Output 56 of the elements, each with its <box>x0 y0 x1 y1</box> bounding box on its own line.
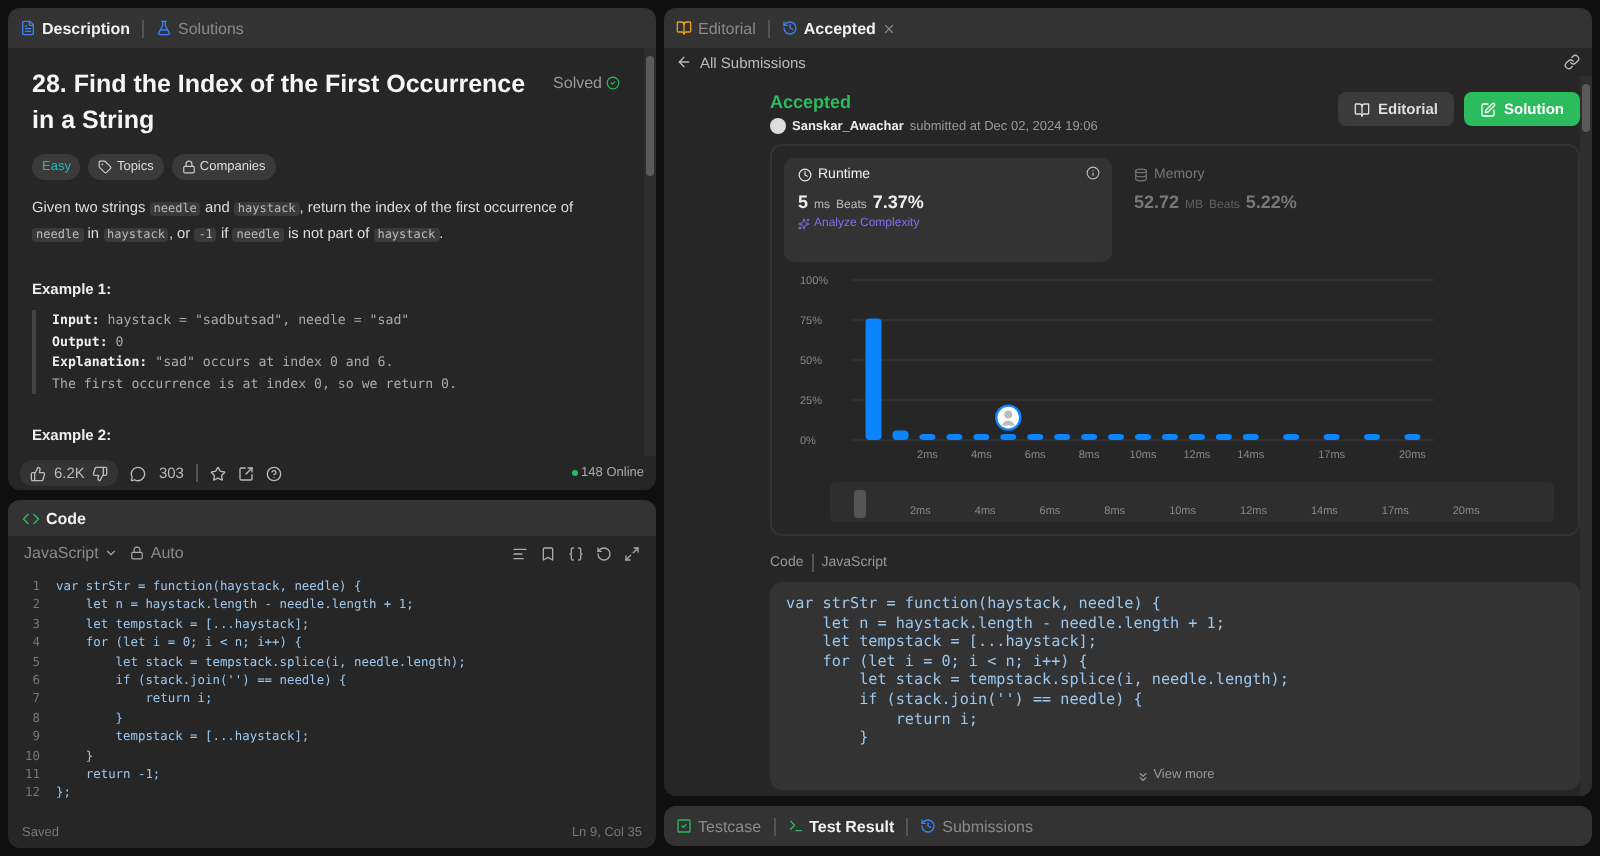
editor-title: Code <box>46 509 86 527</box>
history-icon <box>781 20 798 36</box>
panel-tab[interactable]: Description <box>20 19 131 37</box>
chevron-down-icon <box>104 546 119 560</box>
thumbs-up-icon <box>30 465 46 481</box>
panel-tab[interactable]: Submissions <box>920 817 1033 835</box>
database-icon <box>1134 168 1148 182</box>
star-icon <box>209 465 226 481</box>
reset-icon <box>596 545 612 561</box>
help-icon <box>265 465 282 481</box>
auto-mode[interactable]: Auto <box>130 544 184 562</box>
panel-tab[interactable]: Test Result <box>787 817 895 835</box>
share-icon <box>237 465 254 481</box>
problem-title: 28. Find the Index of the First Occurrence in a String <box>32 68 528 138</box>
bookmark-icon <box>540 545 556 561</box>
book-icon <box>676 20 692 36</box>
expand-icon <box>624 545 640 561</box>
lock-icon <box>130 546 145 560</box>
scrollbar[interactable] <box>1580 76 1592 796</box>
user-marker <box>995 404 1022 431</box>
link-icon <box>1564 54 1580 70</box>
comment-icon <box>130 465 147 481</box>
solved-status: Solved <box>553 74 620 92</box>
panel-tab[interactable]: Solutions <box>156 19 244 37</box>
beats-percent: 7.37% <box>872 192 924 212</box>
panel-tab[interactable]: Testcase <box>676 817 762 835</box>
chevrons-down-icon <box>1135 769 1150 784</box>
code-icon <box>22 509 40 527</box>
thumbs-down-icon <box>92 465 109 481</box>
flask-icon <box>156 20 173 36</box>
braces-icon <box>568 545 584 561</box>
tag-icon <box>98 160 113 174</box>
panel-tab[interactable]: Accepted <box>781 19 896 37</box>
check-square-icon <box>676 818 692 834</box>
submission-status: Accepted <box>770 92 854 112</box>
beats-percent: 5.22% <box>1245 192 1297 212</box>
edit-icon <box>1480 101 1496 117</box>
history-icon <box>920 818 937 834</box>
range-handle[interactable] <box>854 490 866 518</box>
document-icon <box>20 20 36 36</box>
scrollbar[interactable] <box>644 48 656 456</box>
book-icon <box>1353 101 1370 117</box>
panel-tab[interactable]: Editorial <box>676 19 756 37</box>
back-arrow-icon <box>676 54 692 70</box>
stat-value: 52.72 <box>1134 192 1180 212</box>
terminal-icon <box>787 818 804 834</box>
clock-icon <box>798 168 812 182</box>
sparkles-icon <box>798 218 810 230</box>
check-circle-icon <box>606 76 620 90</box>
stat-value: 5 <box>798 192 809 212</box>
close-icon <box>881 21 896 35</box>
format-icon <box>512 545 528 561</box>
info-icon <box>1086 166 1100 180</box>
language-dropdown[interactable]: JavaScript <box>24 544 119 562</box>
avatar <box>770 118 786 134</box>
lock-icon <box>181 160 196 174</box>
